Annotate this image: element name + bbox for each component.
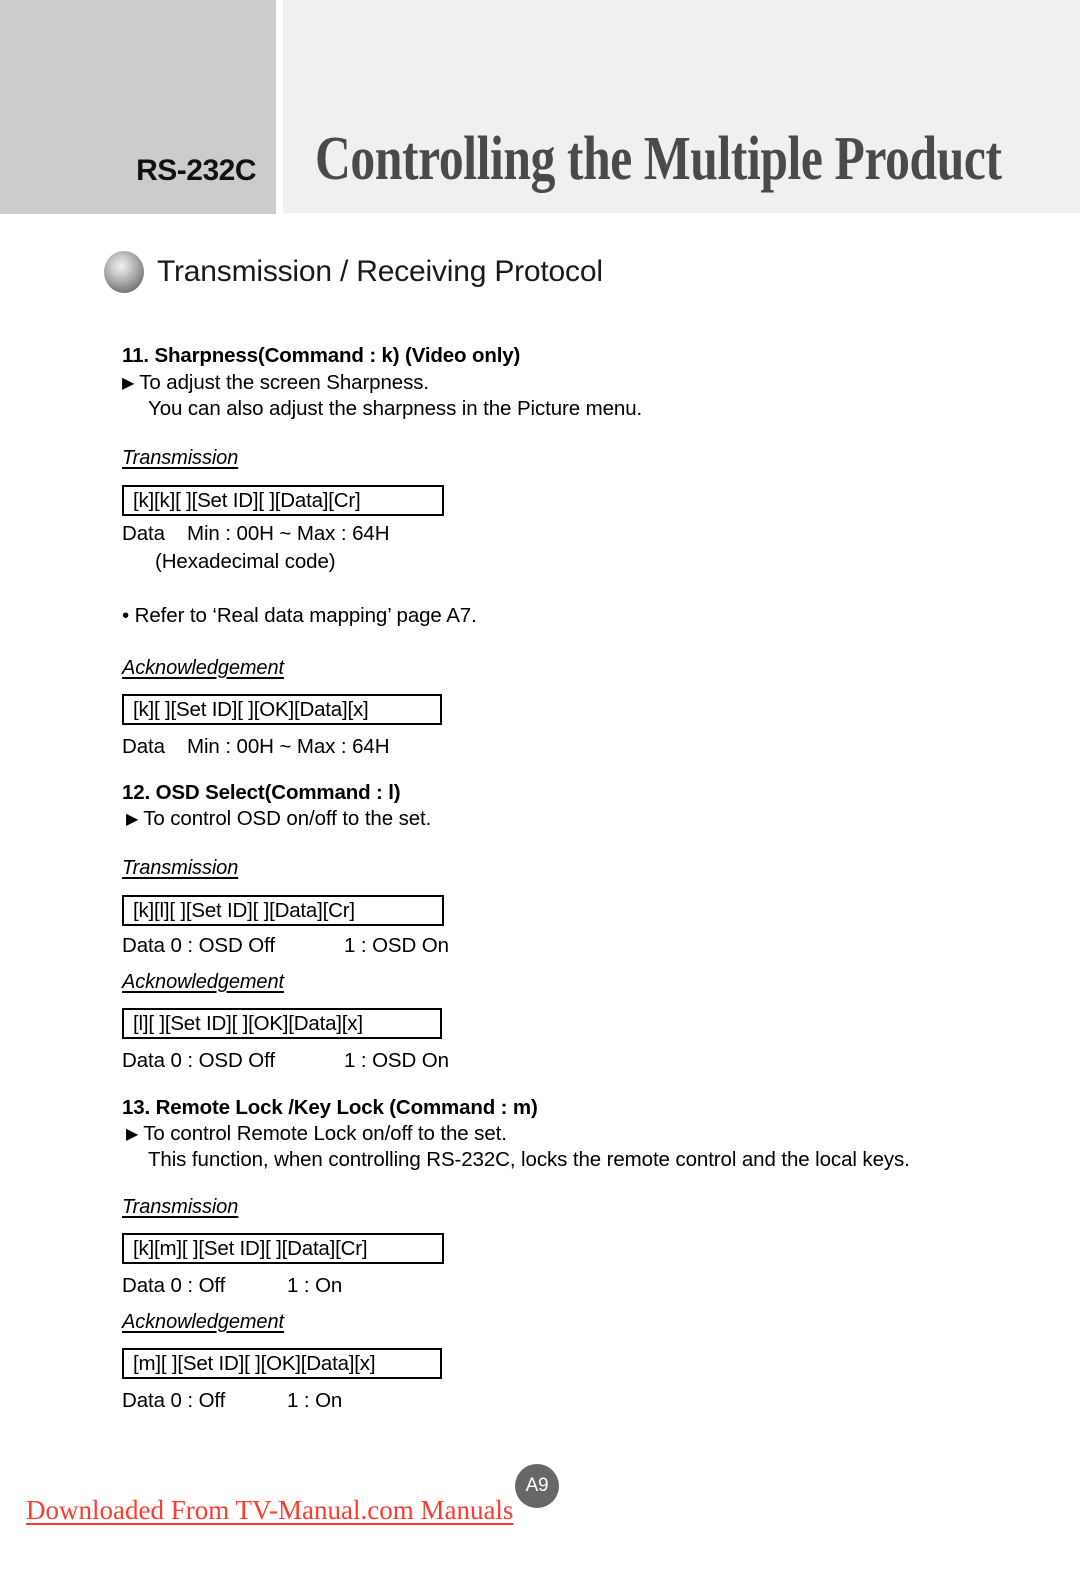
section-11-ack-box: [k][ ][Set ID][ ][OK][Data][x] <box>122 694 442 725</box>
section-12-transmission-data: Data 0 : OSD Off 1 : OSD On <box>122 934 449 958</box>
section-11-ack-data-range: Min : 00H ~ Max : 64H <box>187 735 390 758</box>
section-13-transmission-data-off: Data 0 : Off <box>122 1274 226 1297</box>
section-13-transmission-box: [k][m][ ][Set ID][ ][Data][Cr] <box>122 1233 444 1264</box>
page-title: Controlling the Multiple Product <box>315 125 1002 193</box>
section-11-reference-note: • Refer to ‘Real data mapping’ page A7. <box>122 604 477 627</box>
download-source-note[interactable]: Downloaded From TV-Manual.com Manuals <box>26 1495 513 1526</box>
section-13-continuation: This function, when controlling RS-232C,… <box>148 1148 910 1171</box>
section-13-ack-data: Data 0 : Off 1 : On <box>122 1389 342 1413</box>
section-13-bullet: ▶ To control Remote Lock on/off to the s… <box>122 1121 507 1148</box>
section-11-ack-command: [k][ ][Set ID][ ][OK][Data][x] <box>133 697 369 721</box>
section-12-ack-command: [l][ ][Set ID][ ][OK][Data][x] <box>133 1011 363 1035</box>
section-12-bullet: ▶ To control OSD on/off to the set. <box>122 806 431 833</box>
section-13-ack-label: Acknowledgement <box>122 1311 284 1333</box>
section-13-ack-data-off: Data 0 : Off <box>122 1389 226 1412</box>
section-11-bullet-text: To adjust the screen Sharpness. <box>139 371 429 394</box>
section-11-ack-data-label: Data <box>122 735 165 758</box>
header-left-gray-block: RS-232C <box>0 0 276 214</box>
section-12-transmission-data-on: 1 : OSD On <box>344 934 449 957</box>
section-11-transmission-data-range: Min : 00H ~ Max : 64H <box>187 522 390 545</box>
header-kicker: RS-232C <box>136 154 256 187</box>
section-11-transmission-data-note: (Hexadecimal code) <box>155 550 336 573</box>
section-11-ack-label: Acknowledgement <box>122 657 284 679</box>
page-header: RS-232C Controlling the Multiple Product <box>0 0 1080 214</box>
page-number-badge: A9 <box>515 1464 559 1508</box>
section-11-continuation: You can also adjust the sharpness in the… <box>148 397 643 420</box>
section-11-transmission-box: [k][k][ ][Set ID][ ][Data][Cr] <box>122 485 444 516</box>
section-11-transmission-label: Transmission <box>122 447 239 469</box>
section-12-title: 12. OSD Select(Command : l) <box>122 781 401 804</box>
section-12-transmission-label: Transmission <box>122 857 239 879</box>
section-13-ack-data-on: 1 : On <box>287 1389 343 1412</box>
section-12-ack-box: [l][ ][Set ID][ ][OK][Data][x] <box>122 1008 442 1039</box>
section-11-transmission-command: [k][k][ ][Set ID][ ][Data][Cr] <box>133 488 361 512</box>
section-11-title: 11. Sharpness(Command : k) (Video only) <box>122 344 521 367</box>
section-13-transmission-data-on: 1 : On <box>287 1274 343 1297</box>
section-12-ack-label: Acknowledgement <box>122 971 284 993</box>
section-11-transmission-data-label: Data <box>122 522 165 545</box>
sphere-bullet-icon <box>104 251 144 293</box>
section-13-transmission-data: Data 0 : Off 1 : On <box>122 1274 342 1298</box>
section-12-transmission-command: [k][l][ ][Set ID][ ][Data][Cr] <box>133 898 355 922</box>
section-13-ack-box: [m][ ][Set ID][ ][OK][Data][x] <box>122 1348 442 1379</box>
section-13-ack-command: [m][ ][Set ID][ ][OK][Data][x] <box>133 1351 376 1375</box>
section-13-bullet-text: To control Remote Lock on/off to the set… <box>143 1122 507 1145</box>
triangle-right-icon: ▶ <box>126 811 139 828</box>
section-13-title: 13. Remote Lock /Key Lock (Command : m) <box>122 1096 538 1119</box>
header-right-band: Controlling the Multiple Product <box>283 0 1080 213</box>
section-12-bullet-text: To control OSD on/off to the set. <box>143 807 432 830</box>
section-12-ack-data-off: Data 0 : OSD Off <box>122 1049 275 1072</box>
section-11-bullet: ▶ To adjust the screen Sharpness. <box>122 370 429 397</box>
protocol-heading-label: Transmission / Receiving Protocol <box>157 255 603 288</box>
section-12-ack-data: Data 0 : OSD Off 1 : OSD On <box>122 1049 449 1073</box>
triangle-right-icon: ▶ <box>122 375 135 392</box>
triangle-right-icon: ▶ <box>126 1126 139 1143</box>
protocol-section-heading: Transmission / Receiving Protocol <box>104 251 603 293</box>
section-13-transmission-label: Transmission <box>122 1196 239 1218</box>
section-11-ack-data: Data Min : 00H ~ Max : 64H <box>122 735 390 759</box>
section-12-transmission-data-off: Data 0 : OSD Off <box>122 934 275 957</box>
section-12-ack-data-on: 1 : OSD On <box>344 1049 449 1072</box>
section-12-transmission-box: [k][l][ ][Set ID][ ][Data][Cr] <box>122 895 444 926</box>
section-11-transmission-data: Data Min : 00H ~ Max : 64H <box>122 522 390 546</box>
section-13-transmission-command: [k][m][ ][Set ID][ ][Data][Cr] <box>133 1236 368 1260</box>
